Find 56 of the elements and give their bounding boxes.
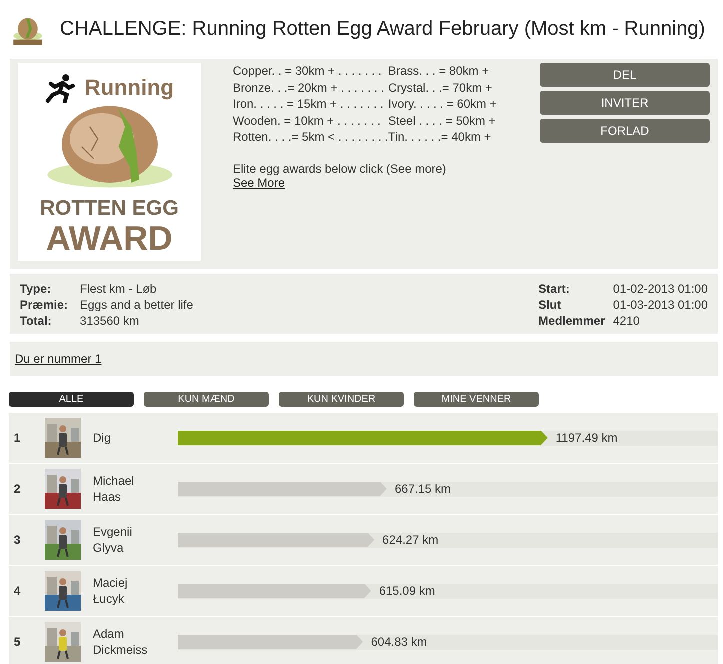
elite-note: Elite egg awards below click (See more) [233,162,448,176]
award-label: Iron. . . . . = 15km + . . . . . . . [233,96,385,112]
award-label: Rotten. . . .= 5km < . . . . . . . . [233,129,388,146]
rank-number: 1 [13,431,22,445]
info-value: 01-02-2013 01:00 [613,281,708,297]
distance-value: 1197.49 km [556,431,618,445]
award-label: Brass. . . = 80km + [388,63,490,80]
rank-number: 5 [13,635,22,649]
info-value: Eggs and a better life [80,297,194,313]
distance-value: 604.83 km [371,635,428,649]
runner-name: Łucyk [93,591,126,607]
runner-name: Haas [93,489,122,505]
info-value: 4210 [613,313,641,329]
filter-tab[interactable]: MINE VENNER [414,392,539,407]
runner-name: Adam [93,626,126,642]
award-label: Tin. . . . . .= 40km + [388,129,492,146]
info-value: 01-03-2013 01:00 [613,297,708,313]
runner-name: Michael [93,473,136,489]
filter-tab[interactable]: KUN MÆND [144,392,269,407]
badge-caption: AWARD [46,221,173,257]
info-value: Flest km - Løb [80,281,158,297]
award-label: Copper. . = 30km + . . . . . . . [233,63,383,80]
info-label: Slut [538,297,562,313]
filter-tab[interactable]: ALLE [9,392,134,407]
award-label: Steel . . . . = 50km + [388,112,497,129]
runner-name: Dig [93,430,112,446]
award-label: Ivory. . . . . = 60km + [388,96,497,112]
info-label: Type: [20,281,52,297]
challenge-title: CHALLENGE: Running Rotten Egg Award February (Most km - Running) [60,18,706,40]
info-label: Start: [538,281,571,297]
distance-value: 667.15 km [394,482,452,496]
badge-caption: Running [84,75,174,101]
runner-icon [44,73,75,103]
runner-name: Evgenii [93,524,134,540]
badge-caption: ROTTEN EGG [40,197,179,221]
info-label: Total: [20,313,53,329]
action-button[interactable]: INVITER [540,91,710,115]
rank-number: 3 [13,533,22,547]
info-value: 313560 km [80,313,140,329]
runner-name: Dickmeiss [93,642,149,658]
runner-name: Maciej [93,575,129,591]
distance-value: 615.09 km [379,584,436,598]
award-label: Crystal. . .= 70km + [388,80,494,96]
rank-link[interactable]: Du er nummer 1 [15,352,102,366]
runner-name: Glyva [93,540,125,556]
rank-number: 4 [13,584,22,598]
distance-value: 624.27 km [382,533,439,547]
action-button[interactable]: FORLAD [540,119,710,143]
see-more-link[interactable]: See More [233,176,286,190]
rank-number: 2 [13,482,22,496]
award-label: Wooden. = 10km + . . . . . . . [233,112,382,129]
action-button[interactable]: DEL [540,63,710,87]
filter-tab[interactable]: KUN KVINDER [279,392,404,407]
award-label: Bronze. . .= 20km + . . . . . . . [233,80,386,96]
info-label: Præmie: [20,297,68,313]
info-label: Medlemmer [538,313,606,329]
